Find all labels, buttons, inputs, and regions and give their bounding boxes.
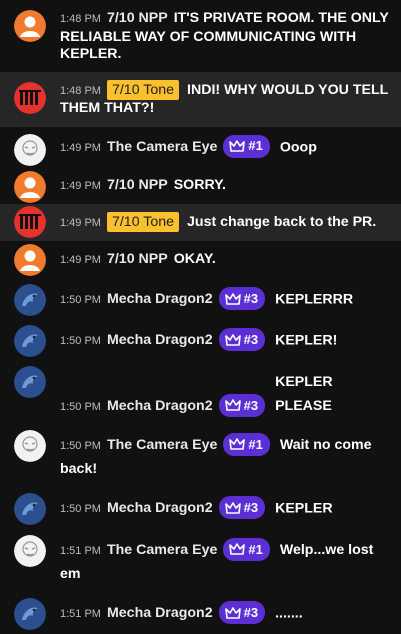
member-rank: #3 bbox=[243, 331, 259, 347]
message-timestamp: 1:49 PM bbox=[60, 179, 101, 192]
member-rank: #1 bbox=[248, 138, 263, 154]
message-author[interactable]: Mecha Dragon2 bbox=[107, 332, 213, 348]
message-text: Just change back to the PR. bbox=[187, 214, 377, 230]
message-text: KEPLER PLEASE bbox=[275, 374, 333, 414]
message-timestamp: 1:50 PM bbox=[60, 335, 101, 348]
chat-message: 1:49 PM The Camera Eye #1 Ooop bbox=[0, 127, 401, 168]
crown-icon bbox=[224, 501, 241, 514]
chat-message: 1:49 PM 7/10 NPP OKAY. bbox=[0, 241, 401, 280]
avatar-white-sketch-icon[interactable] bbox=[14, 133, 46, 166]
avatar-orange-person-icon[interactable] bbox=[14, 170, 46, 203]
message-text: KEPLER! bbox=[275, 332, 338, 349]
message-text: ....... bbox=[275, 605, 303, 622]
member-badge: #3 bbox=[218, 393, 266, 417]
member-badge: #3 bbox=[218, 496, 266, 519]
member-badge: #3 bbox=[218, 601, 266, 624]
message-author[interactable]: The Camera Eye bbox=[107, 437, 217, 453]
chat-message: 1:51 PM Mecha Dragon2 #3....... bbox=[0, 593, 401, 634]
crown-icon bbox=[224, 606, 241, 619]
chat-message: 1:50 PM Mecha Dragon2 #3 KEPLER PLEASE bbox=[0, 361, 401, 424]
message-author[interactable]: 7/10 NPP bbox=[107, 10, 168, 26]
chat-message: 1:48 PM 7/10 NPP IT'S PRIVATE ROOM. THE ON… bbox=[0, 0, 401, 71]
member-rank: #1 bbox=[248, 541, 263, 557]
chat-message: 1:49 PM 7/10 Tone Just change back to the … bbox=[0, 204, 401, 241]
message-author[interactable]: The Camera Eye bbox=[107, 139, 217, 155]
message-author[interactable]: Mecha Dragon2 bbox=[107, 291, 213, 307]
chat-message: 1:49 PM 7/10 NPP SORRY. bbox=[0, 168, 401, 205]
member-badge: #3 bbox=[218, 287, 266, 310]
avatar-blue-dragon-icon[interactable] bbox=[14, 284, 46, 316]
message-author[interactable]: The Camera Eye bbox=[107, 542, 217, 558]
avatar-blue-dragon-icon[interactable] bbox=[14, 493, 46, 525]
message-text: Ooop bbox=[279, 138, 317, 155]
member-badge: #1 bbox=[223, 537, 270, 561]
crown-icon bbox=[224, 333, 241, 346]
crown-icon bbox=[229, 438, 246, 451]
message-text: KEPLERRR bbox=[275, 291, 354, 308]
avatar-red-logo-icon[interactable] bbox=[14, 81, 46, 114]
member-badge: #1 bbox=[223, 432, 270, 456]
avatar-blue-dragon-icon[interactable] bbox=[14, 325, 46, 357]
message-timestamp: 1:50 PM bbox=[60, 440, 101, 452]
crown-icon bbox=[229, 543, 246, 556]
chat-message: 1:50 PM The Camera Eye #1 Wait no come back… bbox=[0, 424, 401, 488]
message-timestamp: 1:49 PM bbox=[60, 141, 101, 154]
crown-icon bbox=[229, 140, 246, 152]
message-author[interactable]: 7/10 NPP bbox=[107, 251, 168, 267]
chat-message: 1:50 PM Mecha Dragon2 #3 KEPLERRR bbox=[0, 279, 401, 320]
message-timestamp: 1:48 PM bbox=[60, 13, 101, 25]
message-timestamp: 1:49 PM bbox=[60, 253, 101, 266]
avatar-orange-person-icon[interactable] bbox=[14, 10, 46, 42]
message-text: KEPLER bbox=[275, 500, 333, 517]
avatar-white-sketch-icon[interactable] bbox=[14, 430, 46, 462]
message-timestamp: 1:51 PM bbox=[60, 545, 101, 557]
message-text: SORRY. bbox=[173, 176, 226, 193]
message-timestamp: 1:50 PM bbox=[60, 503, 101, 516]
message-text: OKAY. bbox=[173, 250, 216, 267]
message-timestamp: 1:48 PM bbox=[60, 84, 101, 97]
message-author[interactable]: 7/10 NPP bbox=[107, 177, 168, 193]
avatar-blue-dragon-icon[interactable] bbox=[14, 598, 46, 630]
message-timestamp: 1:49 PM bbox=[60, 217, 101, 229]
crown-icon bbox=[224, 399, 241, 412]
member-badge: #1 bbox=[223, 134, 270, 158]
chat-message: 1:50 PM Mecha Dragon2 #3 KEPLER bbox=[0, 488, 401, 529]
avatar-white-sketch-icon[interactable] bbox=[14, 535, 46, 567]
message-timestamp: 1:51 PM bbox=[60, 608, 101, 621]
member-rank: #3 bbox=[243, 397, 259, 413]
member-rank: #3 bbox=[243, 604, 259, 620]
owner-author-badge[interactable]: 7/10 Tone bbox=[106, 79, 180, 100]
chat-message: 1:48 PM 7/10 Tone INDI! WHY WOULD YOU TELL… bbox=[0, 71, 401, 127]
owner-author-badge[interactable]: 7/10 Tone bbox=[106, 212, 180, 232]
crown-icon bbox=[224, 292, 241, 305]
message-timestamp: 1:50 PM bbox=[60, 401, 101, 413]
message-author[interactable]: Mecha Dragon2 bbox=[107, 500, 213, 516]
message-author[interactable]: Mecha Dragon2 bbox=[107, 605, 213, 621]
member-rank: #3 bbox=[243, 290, 259, 306]
avatar-red-logo-icon[interactable] bbox=[14, 206, 46, 238]
avatar-blue-dragon-icon[interactable] bbox=[14, 366, 46, 398]
member-rank: #1 bbox=[248, 436, 263, 452]
avatar-orange-person-icon[interactable] bbox=[14, 243, 46, 276]
member-badge: #3 bbox=[218, 328, 266, 351]
chat-message: 1:51 PM The Camera Eye #1 Welp...we lost em bbox=[0, 529, 401, 593]
message-author[interactable]: Mecha Dragon2 bbox=[107, 398, 213, 414]
chat-feed: 1:48 PM 7/10 NPP IT'S PRIVATE ROOM. THE ON… bbox=[0, 0, 401, 630]
member-rank: #3 bbox=[243, 499, 259, 515]
message-timestamp: 1:50 PM bbox=[60, 294, 101, 307]
chat-message: 1:50 PM Mecha Dragon2 #3 KEPLER! bbox=[0, 320, 401, 361]
